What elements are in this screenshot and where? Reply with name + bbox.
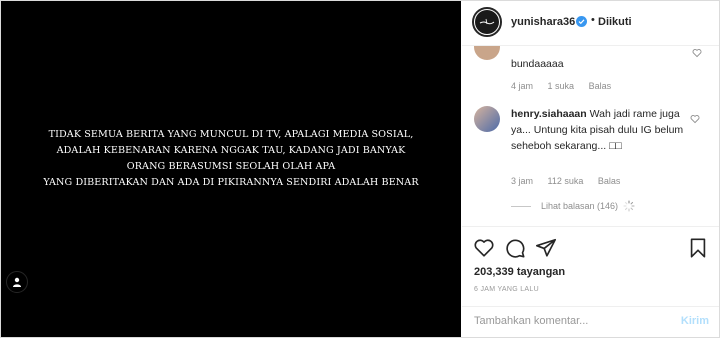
post-header: yunishara36 • Diikuti bbox=[462, 1, 719, 46]
post-comment-button[interactable]: Kirim bbox=[681, 315, 709, 327]
comment-bubble-icon[interactable] bbox=[504, 237, 526, 259]
comment-text: bundaaaaa bbox=[511, 58, 564, 70]
comment-time: 3 jam bbox=[511, 176, 534, 186]
username-link[interactable]: yunishara36 bbox=[511, 16, 575, 28]
post-dialog: TIDAK SEMUA BERITA YANG MUNCUL DI TV, AP… bbox=[0, 0, 720, 338]
view-count-number: 203,339 bbox=[474, 266, 514, 278]
tagged-people-button[interactable] bbox=[6, 271, 28, 293]
like-heart-icon[interactable] bbox=[473, 237, 495, 259]
comment-meta: 4 jam 1 suka Balas bbox=[511, 81, 623, 91]
overlay-line: TIDAK SEMUA BERITA YANG MUNCUL DI TV, AP… bbox=[48, 129, 414, 140]
replies-divider bbox=[511, 205, 531, 207]
comment-likes[interactable]: 1 suka bbox=[548, 81, 575, 91]
user-icon bbox=[13, 277, 21, 287]
comments-list[interactable]: bundaaaaa 4 jam 1 suka Balas henry.siaha… bbox=[462, 46, 719, 226]
post-video[interactable]: TIDAK SEMUA BERITA YANG MUNCUL DI TV, AP… bbox=[1, 1, 461, 337]
reply-button[interactable]: Balas bbox=[598, 176, 621, 186]
verified-badge-icon bbox=[576, 16, 587, 27]
avatar-image bbox=[475, 10, 499, 34]
overlay-line: YANG DIBERITAKAN DAN ADA DI PIKIRANNYA S… bbox=[43, 177, 419, 188]
view-replies-button[interactable]: Lihat balasan (146) bbox=[511, 200, 635, 212]
add-comment-bar: Kirim bbox=[462, 306, 719, 339]
view-count[interactable]: 203,339 tayangan bbox=[474, 266, 565, 278]
post-timestamp[interactable]: 6 JAM YANG LALU bbox=[474, 286, 539, 293]
post-actions-section: 203,339 tayangan 6 JAM YANG LALU Kirim bbox=[462, 226, 719, 338]
comment-time: 4 jam bbox=[511, 81, 534, 91]
like-comment-heart-icon[interactable] bbox=[692, 48, 702, 58]
following-button[interactable]: Diikuti bbox=[598, 16, 632, 28]
loading-spinner-icon bbox=[623, 200, 635, 212]
view-replies-label: Lihat balasan (146) bbox=[541, 201, 619, 211]
separator-dot: • bbox=[591, 14, 595, 26]
signature-logo-icon bbox=[479, 18, 495, 25]
avatar[interactable] bbox=[472, 7, 502, 37]
comment-likes[interactable]: 112 suka bbox=[548, 176, 584, 186]
overlay-line: ADALAH KEBENARAN KARENA NGGAK TAU, KADAN… bbox=[56, 145, 406, 156]
like-comment-heart-icon[interactable] bbox=[690, 114, 700, 124]
save-bookmark-icon[interactable] bbox=[687, 237, 709, 259]
view-count-label: tayangan bbox=[516, 266, 566, 278]
comment-input[interactable] bbox=[474, 315, 654, 327]
commenter-avatar[interactable] bbox=[474, 106, 500, 132]
share-paper-plane-icon[interactable] bbox=[535, 237, 557, 259]
overlay-line: ORANG BERASUMSI SEOLAH OLAH APA bbox=[126, 161, 336, 172]
post-sidebar: yunishara36 • Diikuti bundaaaaa 4 jam 1 … bbox=[462, 1, 719, 337]
comment-meta: 3 jam 112 suka Balas bbox=[511, 176, 632, 186]
commenter-avatar[interactable] bbox=[474, 46, 500, 60]
commenter-username[interactable]: henry.siahaaan bbox=[511, 108, 587, 120]
comment-body: henry.siahaaan Wah jadi rame juga ya... … bbox=[511, 106, 691, 154]
reply-button[interactable]: Balas bbox=[589, 81, 612, 91]
video-text-overlay: TIDAK SEMUA BERITA YANG MUNCUL DI TV, AP… bbox=[1, 127, 461, 191]
